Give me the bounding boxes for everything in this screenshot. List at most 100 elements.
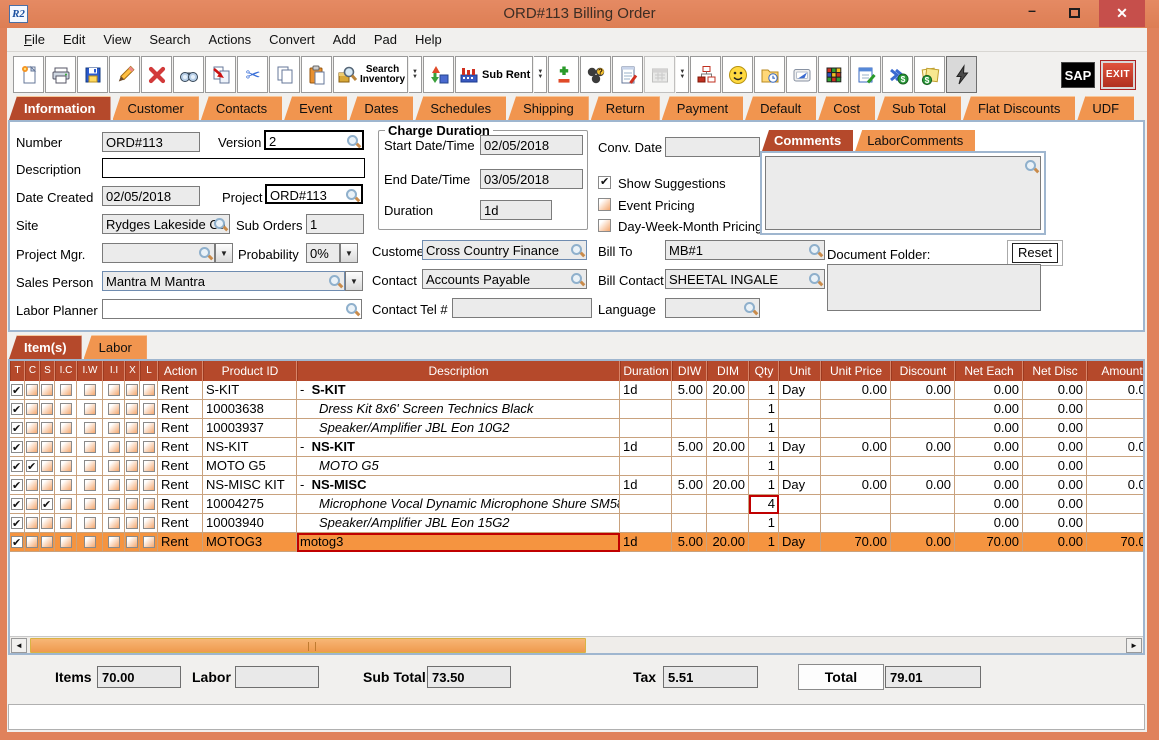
bill-to-field[interactable]: MB#1 (665, 240, 825, 260)
tab-customer[interactable]: Customer (112, 96, 199, 120)
checkbox-icon[interactable] (59, 498, 72, 510)
row-checkbox-c[interactable] (25, 400, 40, 419)
row-checkbox-i-w[interactable] (77, 476, 103, 495)
menu-search[interactable]: Search (140, 30, 199, 49)
show-suggestions-checkbox[interactable] (598, 175, 611, 189)
close-button[interactable]: ✕ (1099, 0, 1145, 27)
probability-field[interactable]: 0% (306, 243, 340, 263)
items-tab-item-s-[interactable]: Item(s) (9, 335, 82, 359)
row-checkbox-i-i[interactable] (103, 438, 125, 457)
description-field[interactable] (102, 158, 365, 178)
checkbox-checked-icon[interactable] (11, 496, 23, 513)
row-checkbox-c[interactable] (25, 381, 40, 400)
checkbox-icon[interactable] (83, 384, 96, 396)
column-header-i-c[interactable]: I.C (55, 361, 77, 381)
row-checkbox-c[interactable] (25, 533, 40, 552)
checkbox-icon[interactable] (142, 479, 155, 491)
row-checkbox-c[interactable] (25, 476, 40, 495)
checkbox-icon[interactable] (107, 384, 120, 396)
table-row[interactable]: Rent10003937Speaker/Amplifier JBL Eon 10… (10, 419, 1143, 438)
row-checkbox-x[interactable] (125, 495, 140, 514)
tab-flat-discounts[interactable]: Flat Discounts (962, 96, 1076, 120)
site-field[interactable]: Rydges Lakeside Ca (102, 214, 230, 234)
delete-button[interactable] (141, 56, 172, 93)
column-header-l[interactable]: L (140, 361, 158, 381)
checkbox-checked-icon[interactable] (11, 401, 23, 418)
row-checkbox-x[interactable] (125, 476, 140, 495)
minimize-button[interactable]: – (1017, 0, 1047, 27)
bill-to-search-icon[interactable] (808, 243, 822, 257)
project-field[interactable]: ORD#113 (265, 184, 363, 204)
checkbox-icon[interactable] (107, 536, 120, 548)
column-header-t[interactable]: T (10, 361, 25, 381)
copy-button[interactable] (269, 56, 300, 93)
row-checkbox-s[interactable] (40, 419, 55, 438)
row-checkbox-s[interactable] (40, 476, 55, 495)
checkbox-icon[interactable] (107, 479, 120, 491)
row-checkbox-t[interactable] (10, 476, 25, 495)
row-checkbox-i-w[interactable] (77, 514, 103, 533)
copy-order-button[interactable] (205, 56, 236, 93)
checkbox-icon[interactable] (59, 422, 72, 434)
swap-items-button[interactable] (423, 56, 455, 93)
checkbox-checked-icon[interactable] (41, 496, 53, 513)
menu-edit[interactable]: Edit (54, 30, 94, 49)
column-header-dim[interactable]: DIM (707, 361, 749, 381)
row-checkbox-i-w[interactable] (77, 419, 103, 438)
comments-tab-comments[interactable]: Comments (762, 130, 854, 151)
document-folder-field[interactable] (827, 264, 1041, 311)
paste-button[interactable] (301, 56, 332, 93)
row-checkbox-i-i[interactable] (103, 419, 125, 438)
row-checkbox-i-c[interactable] (55, 381, 77, 400)
tab-dates[interactable]: Dates (349, 96, 414, 120)
row-checkbox-x[interactable] (125, 514, 140, 533)
row-checkbox-c[interactable] (25, 438, 40, 457)
checkbox-icon[interactable] (26, 479, 38, 491)
column-header-diw[interactable]: DIW (672, 361, 707, 381)
customer-info-button[interactable] (722, 56, 754, 93)
order-notes-button[interactable] (612, 56, 644, 93)
bill-contact-search-icon[interactable] (808, 272, 822, 286)
sales-person-field[interactable]: Mantra M Mantra (102, 271, 345, 291)
row-checkbox-i-c[interactable] (55, 400, 77, 419)
table-row[interactable]: RentMOTOG3motog31d5.0020.001Day70.000.00… (10, 533, 1143, 552)
row-checkbox-c[interactable] (25, 514, 40, 533)
checkbox-icon[interactable] (107, 460, 120, 472)
checkbox-icon[interactable] (83, 517, 96, 529)
checkbox-icon[interactable] (126, 460, 138, 472)
menu-actions[interactable]: Actions (200, 30, 261, 49)
checkbox-icon[interactable] (142, 460, 155, 472)
row-checkbox-i-i[interactable] (103, 476, 125, 495)
language-search-icon[interactable] (743, 301, 757, 315)
labor-planner-field[interactable] (102, 299, 362, 319)
tab-cost[interactable]: Cost (818, 96, 875, 120)
table-row[interactable]: Rent10004275Microphone Vocal Dynamic Mic… (10, 495, 1143, 514)
row-checkbox-l[interactable] (140, 400, 158, 419)
checkbox-icon[interactable] (142, 441, 155, 453)
checkbox-icon[interactable] (107, 517, 120, 529)
row-checkbox-i-w[interactable] (77, 533, 103, 552)
checkbox-icon[interactable] (41, 422, 53, 434)
tab-default[interactable]: Default (745, 96, 817, 120)
row-checkbox-i-w[interactable] (77, 495, 103, 514)
billing-notes-button[interactable]: $ (914, 56, 946, 93)
process-payment-button[interactable]: $ (882, 56, 914, 93)
print-button[interactable] (45, 56, 76, 93)
checkbox-icon[interactable] (83, 479, 96, 491)
row-checkbox-i-w[interactable] (77, 381, 103, 400)
row-checkbox-i-i[interactable] (103, 533, 125, 552)
checkbox-icon[interactable] (142, 384, 155, 396)
edit-document-button[interactable] (850, 56, 882, 93)
quick-action-button[interactable] (946, 56, 978, 93)
row-checkbox-s[interactable] (40, 514, 55, 533)
checkbox-checked-icon[interactable] (11, 420, 23, 437)
row-checkbox-x[interactable] (125, 438, 140, 457)
checkbox-checked-icon[interactable] (26, 458, 38, 475)
row-checkbox-t[interactable] (10, 419, 25, 438)
project-mgr-dropdown[interactable]: ▼ (215, 243, 233, 263)
checkbox-icon[interactable] (142, 403, 155, 415)
column-header-x[interactable]: X (125, 361, 140, 381)
table-row[interactable]: RentNS-KIT- NS-KIT1d5.0020.001Day0.000.0… (10, 438, 1143, 457)
checkbox-icon[interactable] (126, 403, 138, 415)
checkbox-icon[interactable] (126, 422, 138, 434)
